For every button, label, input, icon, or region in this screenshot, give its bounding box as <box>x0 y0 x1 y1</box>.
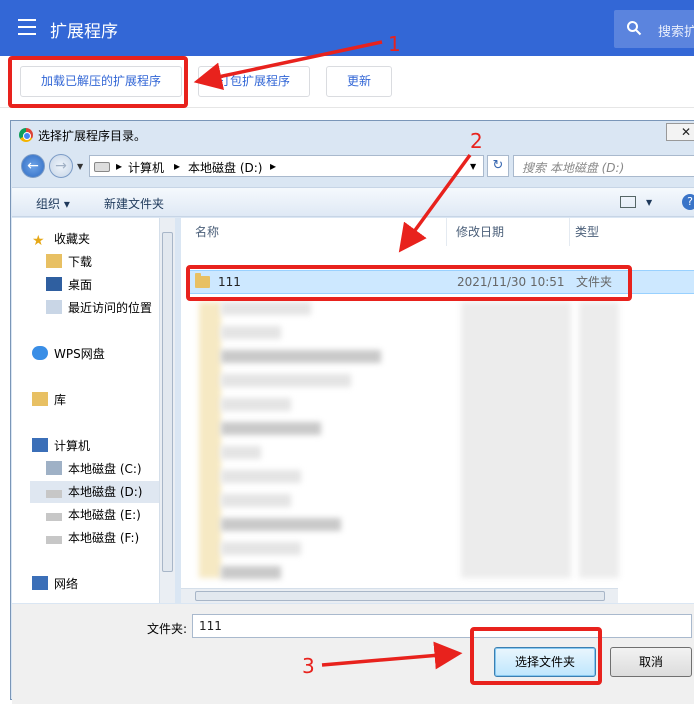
pack-extension-button[interactable]: 打包扩展程序 <box>198 66 310 97</box>
close-button[interactable]: ✕ <box>666 123 694 141</box>
view-dropdown-icon[interactable]: ▼ <box>646 198 652 207</box>
nav-network[interactable]: 网络 <box>32 573 177 595</box>
address-dropdown-icon[interactable]: ▼ <box>470 162 476 171</box>
column-type[interactable]: 类型 <box>575 218 599 246</box>
star-icon: ★ <box>32 233 45 249</box>
desktop-icon <box>46 277 62 291</box>
download-folder-icon <box>46 254 62 268</box>
drive-icon <box>46 536 62 544</box>
library-icon <box>32 392 48 406</box>
navigation-pane: ★ 收藏夹 下载 桌面 最近访问的位置 WPS网盘 库 计算机 本地磁盘 (C:)… <box>12 218 160 603</box>
drive-icon <box>94 162 110 172</box>
page-title: 扩展程序 <box>50 22 118 42</box>
breadcrumb-disk-d[interactable]: 本地磁盘 (D:) <box>188 159 262 176</box>
update-button[interactable]: 更新 <box>326 66 392 97</box>
cancel-button[interactable]: 取消 <box>610 647 692 677</box>
windows-drive-icon <box>46 461 62 475</box>
view-options-icon[interactable] <box>620 196 636 208</box>
hamburger-menu-icon[interactable] <box>18 19 36 35</box>
highlight-box-step2 <box>186 265 632 301</box>
column-name[interactable]: 名称 <box>195 218 219 246</box>
navigation-row: ← → ▼ ▸ 计算机 ▸ 本地磁盘 (D:) ▸ ▼ ↻ 搜索 本地磁盘 (D… <box>19 154 694 180</box>
step-number-3: 3 <box>302 654 315 678</box>
nav-favorites[interactable]: ★ 收藏夹 <box>32 228 177 250</box>
refresh-icon[interactable]: ↻ <box>487 155 509 177</box>
help-icon[interactable]: ? <box>682 194 694 210</box>
cloud-icon <box>32 346 48 360</box>
nav-libraries[interactable]: 库 <box>32 389 177 411</box>
nav-computer[interactable]: 计算机 <box>32 435 177 457</box>
step-number-1: 1 <box>388 32 401 56</box>
chrome-header: 扩展程序 搜索扩 <box>0 0 694 56</box>
drive-icon <box>46 513 62 521</box>
nav-scrollbar[interactable] <box>159 218 175 603</box>
column-modified[interactable]: 修改日期 <box>456 218 504 246</box>
select-folder-dialog: 选择扩展程序目录。 ✕ ← → ▼ ▸ 计算机 ▸ 本地磁盘 (D:) ▸ ▼ … <box>10 120 694 704</box>
file-list-hscrollbar[interactable] <box>181 588 618 603</box>
dialog-title: 选择扩展程序目录。 <box>38 129 147 143</box>
extension-search-box[interactable]: 搜索扩 <box>614 10 694 48</box>
network-icon <box>32 576 48 590</box>
chrome-logo-icon <box>19 128 33 142</box>
address-bar[interactable]: ▸ 计算机 ▸ 本地磁盘 (D:) ▸ ▼ <box>89 155 484 177</box>
forward-arrow-icon[interactable]: → <box>49 154 73 178</box>
new-folder-button[interactable]: 新建文件夹 <box>104 195 164 212</box>
history-dropdown-icon[interactable]: ▼ <box>77 162 83 171</box>
folder-label: 文件夹: <box>147 622 188 636</box>
step-number-2: 2 <box>470 129 483 153</box>
computer-icon <box>32 438 48 452</box>
organize-menu[interactable]: 组织 ▾ <box>36 195 70 212</box>
folder-name-input[interactable]: 111 <box>192 614 692 638</box>
nav-disk-d[interactable]: 本地磁盘 (D:) <box>30 481 160 503</box>
dialog-search-input[interactable]: 搜索 本地磁盘 (D:) <box>513 155 694 177</box>
recent-places-icon <box>46 300 62 314</box>
drive-icon <box>46 490 62 498</box>
search-placeholder: 搜索扩 <box>658 25 694 40</box>
back-arrow-icon[interactable]: ← <box>21 154 45 178</box>
breadcrumb-computer[interactable]: 计算机 <box>128 159 164 176</box>
nav-wps-drive[interactable]: WPS网盘 <box>32 343 177 365</box>
highlight-box-step1 <box>8 56 188 108</box>
search-icon <box>627 21 642 36</box>
highlight-box-step3 <box>470 627 602 685</box>
command-bar: 组织 ▾ 新建文件夹 ▼ ? <box>12 187 694 217</box>
